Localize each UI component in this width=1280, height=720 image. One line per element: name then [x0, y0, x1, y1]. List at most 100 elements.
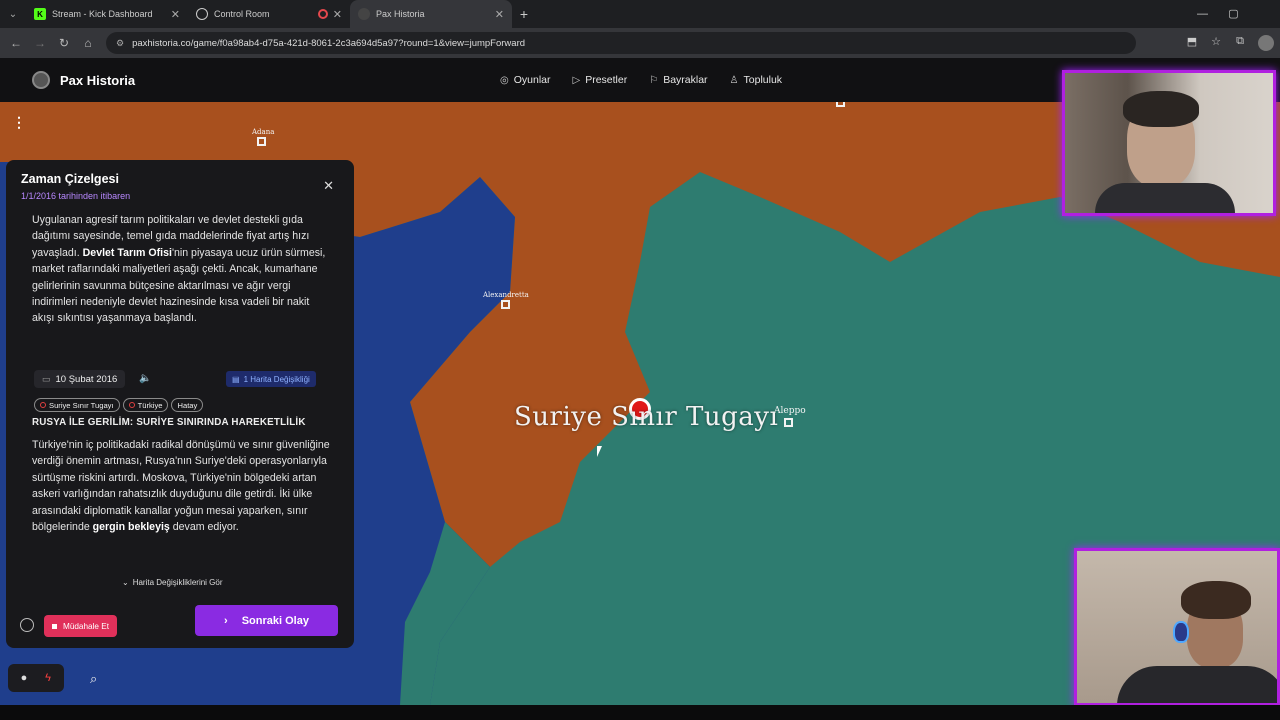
webcam-overlay-bottom [1074, 548, 1280, 706]
map-marker[interactable] [836, 102, 845, 107]
nav-label: Bayraklar [663, 74, 708, 86]
speaker-icon[interactable]: 🔈 [139, 373, 151, 384]
streamer-body [1117, 666, 1277, 703]
pax-icon [358, 8, 370, 20]
lightning-icon[interactable]: ϟ [38, 668, 58, 688]
tab-pax-historia[interactable]: Pax Historia ✕ [350, 0, 512, 28]
tag-dot-icon [40, 402, 46, 408]
forward-icon[interactable]: → [28, 36, 52, 50]
url-field[interactable]: ⚙ paxhistoria.co/game/f0a98ab4-d75a-421d… [106, 32, 1136, 54]
install-icon[interactable]: ⬒ [1180, 35, 1204, 51]
panel-title: Zaman Çizelgesi [21, 172, 119, 186]
new-tab-button[interactable]: + [512, 6, 536, 22]
recording-icon [318, 9, 328, 19]
close-icon[interactable]: ✕ [323, 178, 334, 194]
flag-icon: ⚐ [649, 74, 659, 86]
event-text: Türkiye'nin iç politikadaki radikal dönü… [32, 437, 332, 535]
city-label-alexandretta: Alexandretta [483, 291, 529, 299]
button-label: Sonraki Olay [241, 614, 309, 627]
close-tab-icon[interactable]: ✕ [495, 8, 504, 21]
mouse-cursor-icon [597, 446, 607, 457]
browser-tab-bar: ⌄ K Stream - Kick Dashboard ✕ Control Ro… [0, 0, 1280, 28]
play-icon: ▷ [572, 74, 581, 86]
badge-label: 1 Harita Değişikliği [243, 374, 310, 384]
app-logo[interactable]: Pax Historia [32, 71, 135, 89]
home-icon[interactable]: ⌂ [76, 36, 100, 50]
tag-label: Türkiye [137, 400, 163, 410]
browser-actions: ⬒ ☆ ⧉ [1180, 35, 1280, 51]
search-icon[interactable]: ⌕ [90, 671, 112, 693]
bottom-toolbar: ● ϟ [8, 664, 64, 692]
event-date-badge: ▭ 10 Şubat 2016 [34, 370, 126, 388]
chat-icon[interactable]: ● [14, 668, 34, 688]
event-title: RUSYA İLE GERİLİM: SURİYE SINIRINDA HARE… [32, 417, 306, 428]
chevron-right-icon: › [224, 614, 228, 627]
tab-title: Pax Historia [376, 9, 425, 19]
window-controls: — ▢ [1187, 0, 1280, 28]
chevron-down-icon: ⌄ [122, 578, 129, 587]
intervene-button[interactable]: Müdahale Et [44, 615, 117, 637]
text-part: Türkiye'nin iç politikadaki radikal dönü… [32, 439, 330, 534]
tab-title: Stream - Kick Dashboard [52, 9, 153, 19]
tab-kick-dashboard[interactable]: K Stream - Kick Dashboard ✕ [26, 0, 188, 28]
city-label-adana: Adana [252, 128, 275, 136]
calendar-icon: ▭ [42, 373, 51, 384]
back-icon[interactable]: ← [4, 36, 28, 50]
nav-label: Oyunlar [513, 74, 551, 86]
tag-chip[interactable]: Türkiye [122, 398, 169, 412]
city-marker-alexandretta[interactable] [501, 300, 510, 309]
previous-event-text: Uygulanan agresif tarım politikaları ve … [32, 212, 332, 327]
nav-oyunlar[interactable]: ◎ Oyunlar [500, 74, 551, 86]
globe-icon [196, 8, 208, 20]
tab-search-dropdown[interactable]: ⌄ [0, 0, 26, 28]
tool-group: ● ϟ [8, 664, 64, 692]
webcam-overlay-top [1062, 70, 1276, 216]
next-event-button[interactable]: › Sonraki Olay [195, 605, 338, 636]
tag-label: Hatay [177, 400, 198, 410]
tag-chip[interactable]: Hatay [171, 398, 204, 412]
app-name: Pax Historia [60, 72, 136, 88]
close-tab-icon[interactable]: ✕ [333, 8, 342, 21]
tab-control-room[interactable]: Control Room ✕ [188, 0, 350, 28]
city-marker-aleppo[interactable] [784, 418, 793, 427]
highlight-text: Devlet Tarım Ofisi [82, 246, 172, 259]
maximize-icon[interactable]: ▢ [1218, 0, 1249, 28]
city-marker-adana[interactable] [257, 137, 266, 146]
nav-bayraklar[interactable]: ⚐ Bayraklar [649, 74, 707, 86]
kick-icon: K [34, 8, 46, 20]
close-tab-icon[interactable]: ✕ [171, 8, 180, 21]
minimize-icon[interactable]: — [1187, 0, 1218, 28]
nav-presetler[interactable]: ▷ Presetler [573, 74, 628, 86]
map-menu-icon[interactable]: ⋮ [12, 114, 26, 131]
address-bar: ← → ↻ ⌂ ⚙ paxhistoria.co/game/f0a98ab4-d… [0, 28, 1280, 58]
text-part: devam ediyor. [169, 521, 239, 534]
stop-icon [52, 623, 57, 629]
nav-topluluk[interactable]: ♙ Topluluk [730, 74, 783, 86]
tag-dot-icon [128, 402, 135, 408]
settings-icon[interactable] [20, 618, 34, 632]
bottom-strip [0, 705, 1280, 720]
streamer-body [1095, 183, 1235, 213]
button-label: Müdahale Et [63, 621, 109, 631]
map-icon: ▤ [232, 374, 240, 384]
headset-icon [1173, 621, 1189, 643]
timeline-panel: Zaman Çizelgesi 1/1/2016 tarihinden itib… [6, 160, 354, 648]
highlight-text: gergin bekleyiş [92, 521, 170, 534]
users-icon: ♙ [729, 74, 739, 86]
streamer-hair [1123, 91, 1199, 127]
tag-chip[interactable]: Suriye Sınır Tugayı [34, 398, 120, 412]
profile-avatar[interactable] [1258, 35, 1274, 51]
tag-label: Suriye Sınır Tugayı [49, 400, 114, 410]
pax-logo-icon [32, 71, 50, 89]
map-changes-toggle[interactable]: ⌄ Harita Değişikliklerini Gör [122, 578, 223, 587]
gamepad-icon: ◎ [500, 74, 509, 86]
bookmark-star-icon[interactable]: ☆ [1204, 35, 1228, 51]
unit-label: Suriye Sınır Tugayı [514, 402, 779, 432]
close-window-icon[interactable] [1249, 0, 1280, 28]
extensions-icon[interactable]: ⧉ [1228, 35, 1252, 51]
reload-icon[interactable]: ↻ [52, 36, 76, 50]
url-text: paxhistoria.co/game/f0a98ab4-d75a-421d-8… [132, 37, 526, 49]
map-changes-badge[interactable]: ▤ 1 Harita Değişikliği [226, 371, 316, 387]
nav-label: Presetler [585, 74, 628, 86]
site-info-icon[interactable]: ⚙ [116, 38, 124, 49]
